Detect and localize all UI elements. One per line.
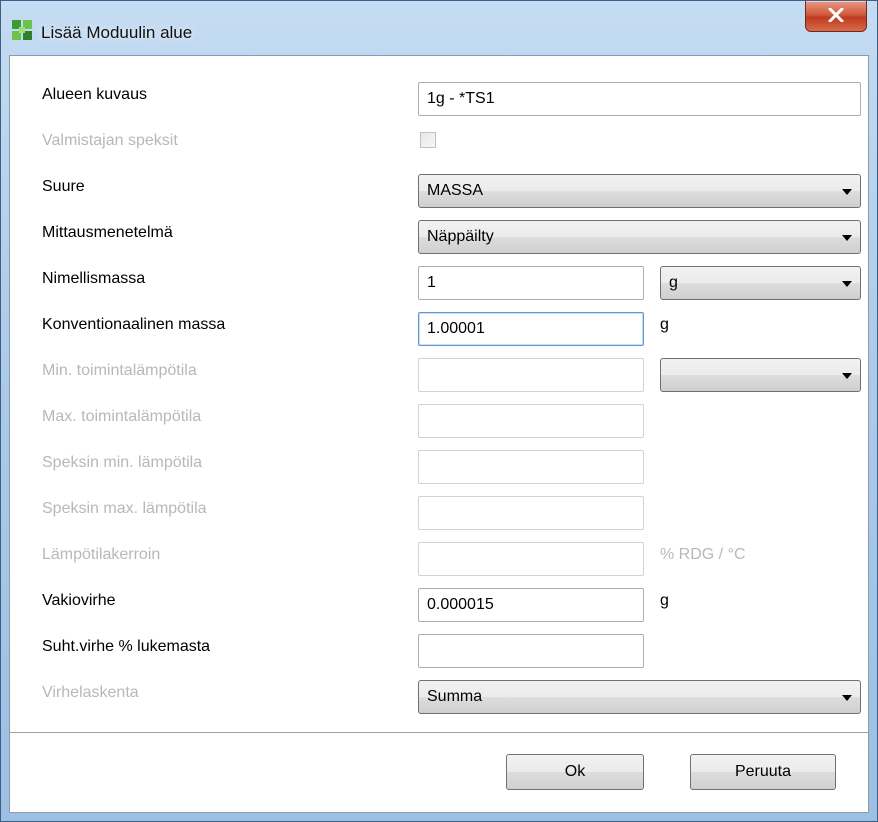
description-label: Alueen kuvaus — [42, 86, 147, 103]
title-bar[interactable]: Lisää Moduulin alue — [1, 1, 877, 55]
nominal-mass-unit-select[interactable]: g — [660, 266, 861, 300]
spec-min-temp-label: Speksin min. lämpötila — [42, 454, 203, 471]
error-calculation-label: Virhelaskenta — [42, 684, 139, 701]
spec-max-temp-input[interactable] — [418, 496, 644, 530]
row-conventional-mass: Konventionaalinen massa 1.00001 g — [10, 306, 868, 346]
row-spec-max-temp: Speksin max. lämpötila — [10, 490, 868, 530]
cancel-button[interactable]: Peruuta — [690, 754, 836, 790]
row-quantity: Suure MASSA — [10, 168, 868, 208]
temp-coefficient-unit: % RDG / °C — [660, 546, 746, 563]
green-puzzle-icon — [11, 19, 33, 41]
row-method: Mittausmenetelmä Näppäilty — [10, 214, 868, 254]
quantity-select-value: MASSA — [427, 182, 484, 199]
chevron-down-icon — [842, 281, 852, 287]
quantity-select[interactable]: MASSA — [418, 174, 861, 208]
spec-min-temp-input[interactable] — [418, 450, 644, 484]
max-operating-temp-input[interactable] — [418, 404, 644, 438]
row-constant-error: Vakiovirhe 0.000015 g — [10, 582, 868, 622]
method-select[interactable]: Näppäilty — [418, 220, 861, 254]
temp-unit-select[interactable] — [660, 358, 861, 392]
row-error-calculation: Virhelaskenta Summa — [10, 674, 868, 714]
nominal-mass-unit-value: g — [669, 274, 678, 291]
method-label: Mittausmenetelmä — [42, 224, 173, 241]
row-nominal-mass: Nimellismassa 1 g — [10, 260, 868, 300]
close-x-icon — [828, 8, 844, 22]
temp-coefficient-label: Lämpötilakerroin — [42, 546, 161, 563]
row-max-operating-temp: Max. toimintalämpötila — [10, 398, 868, 438]
dialog-body: Alueen kuvaus 1g - *TS1 Valmistajan spek… — [9, 55, 869, 813]
conventional-mass-label: Konventionaalinen massa — [42, 316, 226, 333]
method-select-value: Näppäilty — [427, 228, 494, 245]
quantity-label: Suure — [42, 178, 85, 195]
manufacturer-specs-label: Valmistajan speksit — [42, 132, 178, 149]
chevron-down-icon — [842, 235, 852, 241]
ok-button[interactable]: Ok — [506, 754, 644, 790]
nominal-mass-input[interactable]: 1 — [418, 266, 644, 300]
constant-error-input[interactable]: 0.000015 — [418, 588, 644, 622]
nominal-mass-label: Nimellismassa — [42, 270, 146, 287]
footer-divider — [10, 732, 868, 733]
min-operating-temp-input[interactable] — [418, 358, 644, 392]
relative-error-label: Suht.virhe % lukemasta — [42, 638, 211, 655]
row-spec-min-temp: Speksin min. lämpötila — [10, 444, 868, 484]
relative-error-input[interactable] — [418, 634, 644, 668]
min-operating-temp-label: Min. toimintalämpötila — [42, 362, 197, 379]
spec-max-temp-label: Speksin max. lämpötila — [42, 500, 207, 517]
row-description: Alueen kuvaus 1g - *TS1 — [10, 76, 868, 116]
chevron-down-icon — [842, 189, 852, 195]
conventional-mass-input[interactable]: 1.00001 — [418, 312, 644, 346]
constant-error-label: Vakiovirhe — [42, 592, 116, 609]
error-calculation-select[interactable]: Summa — [418, 680, 861, 714]
row-manufacturer-specs: Valmistajan speksit — [10, 122, 868, 162]
close-button[interactable] — [805, 1, 867, 32]
chevron-down-icon — [842, 373, 852, 379]
constant-error-unit: g — [660, 592, 669, 609]
window-title: Lisää Moduulin alue — [41, 23, 193, 42]
manufacturer-specs-checkbox[interactable] — [420, 132, 436, 148]
row-temp-coefficient: Lämpötilakerroin % RDG / °C — [10, 536, 868, 576]
row-relative-error: Suht.virhe % lukemasta — [10, 628, 868, 668]
error-calculation-value: Summa — [427, 688, 483, 705]
max-operating-temp-label: Max. toimintalämpötila — [42, 408, 202, 425]
chevron-down-icon — [842, 695, 852, 701]
conventional-mass-unit: g — [660, 316, 669, 333]
temp-coefficient-input[interactable] — [418, 542, 644, 576]
row-min-operating-temp: Min. toimintalämpötila — [10, 352, 868, 392]
description-input[interactable]: 1g - *TS1 — [418, 82, 861, 116]
dialog-window: Lisää Moduulin alue Alueen kuvaus 1g - *… — [0, 0, 878, 822]
